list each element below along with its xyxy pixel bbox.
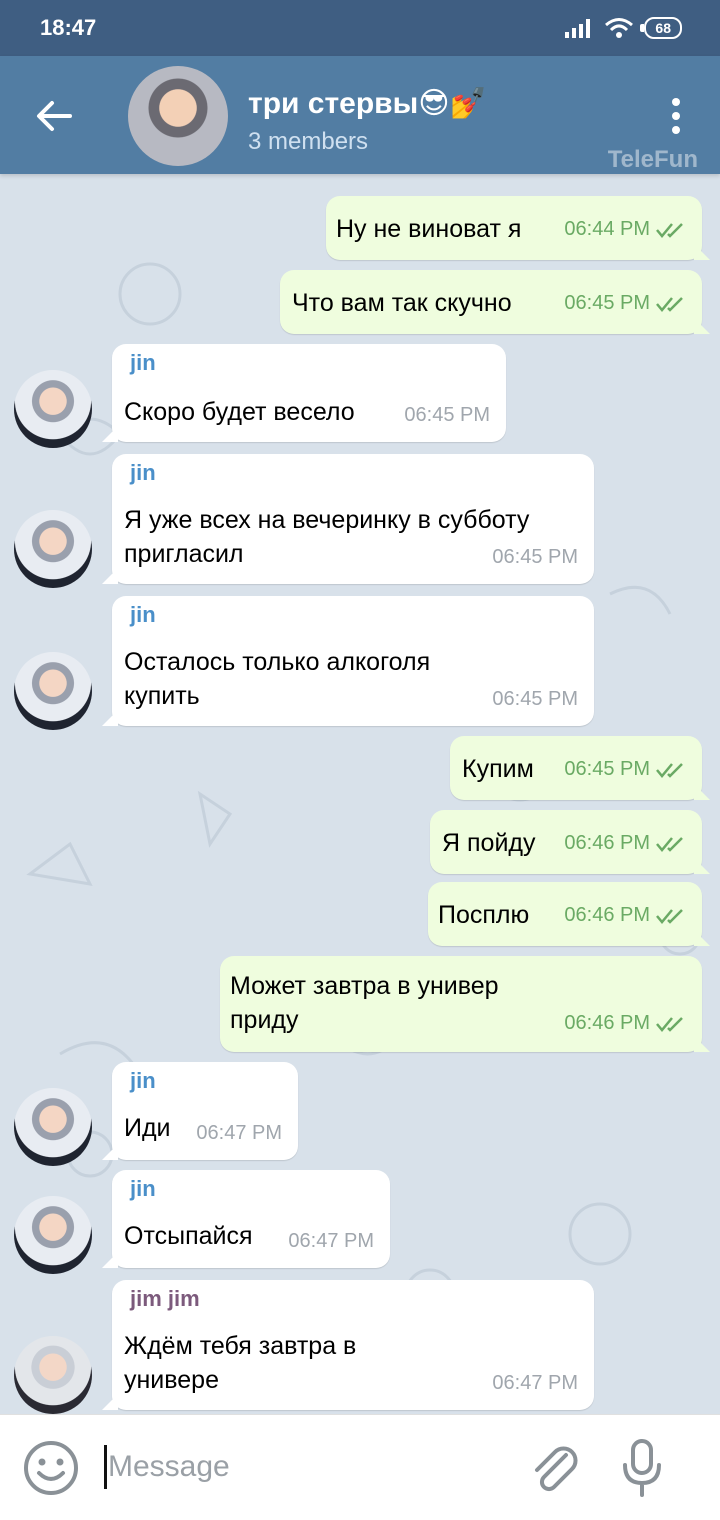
message-text: Ждём тебя завтра в <box>124 1332 357 1360</box>
signal-icon <box>565 19 591 38</box>
member-count: 3 members <box>248 128 369 155</box>
message-text: Купим <box>462 755 534 783</box>
sender-avatar[interactable] <box>14 652 92 730</box>
message-time: 06:46 PM <box>564 904 650 926</box>
double-check-icon <box>656 222 683 238</box>
wifi-icon <box>605 18 634 38</box>
message-bubble-outgoing[interactable]: Я пойду 06:46 PM <box>430 810 710 874</box>
sender-avatar[interactable] <box>14 1196 92 1274</box>
sender-name[interactable]: jin <box>130 460 156 486</box>
message-bubble-incoming[interactable]: jin Скоро будет весело 06:45 PM <box>102 344 506 442</box>
sender-name[interactable]: jin <box>130 1068 156 1094</box>
sender-name[interactable]: jin <box>130 1176 156 1202</box>
status-bar: 18:47 68 <box>0 0 720 56</box>
message-time: 06:47 PM <box>288 1230 374 1252</box>
double-check-icon <box>656 296 683 312</box>
message-text: Ну не виноват я <box>336 215 522 243</box>
message-text: купить <box>124 682 200 710</box>
sender-name[interactable]: jim jim <box>130 1286 200 1312</box>
emoji-icon[interactable] <box>22 1439 80 1497</box>
message-bubble-incoming[interactable]: jin Осталось только алкоголя купить 06:4… <box>102 596 594 726</box>
message-list[interactable]: Ну не виноват я 06:44 PM Что вам так ску… <box>0 174 720 1414</box>
message-bubble-incoming[interactable]: jin Отсыпайся 06:47 PM <box>102 1170 390 1268</box>
message-text: пригласил <box>124 540 244 568</box>
double-check-icon <box>656 1016 683 1032</box>
message-bubble-outgoing[interactable]: Купим 06:45 PM <box>450 736 710 800</box>
back-arrow-icon[interactable] <box>30 92 78 140</box>
sender-name[interactable]: jin <box>130 602 156 628</box>
sender-avatar[interactable] <box>14 370 92 448</box>
message-bubble-outgoing[interactable]: Ну не виноват я 06:44 PM <box>326 196 710 260</box>
battery-indicator: 68 <box>640 17 682 39</box>
message-bubble-incoming[interactable]: jim jim Ждём тебя завтра в универе 06:47… <box>102 1280 594 1410</box>
double-check-icon <box>656 908 683 924</box>
message-time: 06:47 PM <box>196 1122 282 1144</box>
message-bubble-outgoing[interactable]: Может завтра в универ приду 06:46 PM <box>220 956 710 1052</box>
message-text: приду <box>230 1006 299 1034</box>
message-text: Отсыпайся <box>124 1222 253 1250</box>
message-time: 06:45 PM <box>404 404 490 426</box>
message-time: 06:45 PM <box>564 292 650 314</box>
message-time: 06:46 PM <box>564 832 650 854</box>
message-meta: 06:46 PM <box>564 1012 686 1035</box>
message-text: Осталось только алкоголя <box>124 648 431 676</box>
message-text: Что вам так скучно <box>292 289 512 317</box>
more-options-icon[interactable] <box>664 94 688 138</box>
message-composer <box>0 1414 720 1520</box>
microphone-icon[interactable] <box>618 1437 666 1499</box>
sender-name[interactable]: jin <box>130 350 156 376</box>
message-time: 06:45 PM <box>492 688 578 710</box>
message-time: 06:47 PM <box>492 1372 578 1394</box>
message-text: Я уже всех на вечеринку в субботу <box>124 506 530 534</box>
message-meta: 06:46 PM <box>564 832 686 855</box>
message-text: универе <box>124 1366 219 1394</box>
chat-title[interactable]: три стервы😎💅 <box>248 86 487 121</box>
message-bubble-incoming[interactable]: jin Иди 06:47 PM <box>102 1062 298 1160</box>
message-time: 06:45 PM <box>492 546 578 568</box>
message-text: Скоро будет весело <box>124 398 355 426</box>
message-meta: 06:46 PM <box>564 904 686 927</box>
sender-avatar[interactable] <box>14 1088 92 1166</box>
double-check-icon <box>656 762 683 778</box>
status-time: 18:47 <box>40 15 97 40</box>
message-time: 06:46 PM <box>564 1012 650 1034</box>
message-bubble-outgoing[interactable]: Что вам так скучно 06:45 PM <box>280 270 710 334</box>
message-meta: 06:45 PM <box>564 758 686 781</box>
message-time: 06:44 PM <box>564 218 650 240</box>
message-time: 06:45 PM <box>564 758 650 780</box>
double-check-icon <box>656 836 683 852</box>
message-bubble-outgoing[interactable]: Посплю 06:46 PM <box>428 882 710 946</box>
message-text: Я пойду <box>442 829 536 857</box>
message-meta: 06:45 PM <box>564 292 686 315</box>
status-icons: 68 <box>564 17 682 39</box>
message-text: Иди <box>124 1114 171 1142</box>
watermark: TeleFun <box>607 146 698 173</box>
message-bubble-incoming[interactable]: jin Я уже всех на вечеринку в субботу пр… <box>102 454 594 584</box>
message-text: Может завтра в универ <box>230 972 499 1000</box>
message-meta: 06:44 PM <box>564 218 686 241</box>
sender-avatar[interactable] <box>14 1336 92 1414</box>
sender-avatar[interactable] <box>14 510 92 588</box>
paperclip-icon[interactable] <box>526 1441 582 1497</box>
message-text: Посплю <box>438 901 530 929</box>
message-input[interactable] <box>104 1441 504 1493</box>
group-avatar[interactable] <box>128 66 228 166</box>
